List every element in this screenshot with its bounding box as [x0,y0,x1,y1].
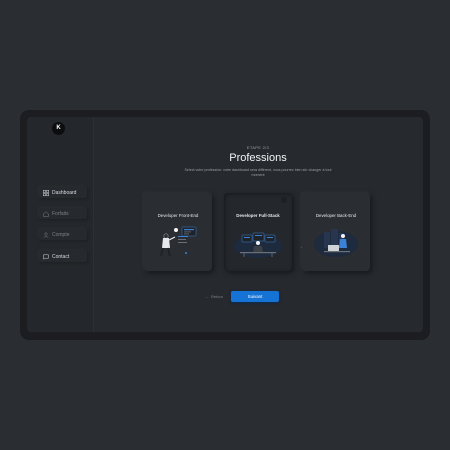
fullstack-illustration [234,232,282,258]
profession-card-backend[interactable]: Developer Back-End [302,193,370,271]
sidebar-item-contact[interactable]: Contact [39,251,87,262]
card-title: Developer Full-Stack [236,213,280,218]
app-logo[interactable]: K [52,122,65,135]
user-icon [43,232,49,238]
sidebar-item-forfaits[interactable]: Forfaits [39,208,87,219]
sidebar-item-label: Compte [52,231,70,238]
card-title: Developer Front-End [157,213,199,218]
home-icon [43,210,49,217]
sidebar-item-dashboard[interactable]: Dashboard [39,187,87,198]
backend-illustration [314,229,358,257]
grid-icon [43,189,49,196]
card-title: Developer Back-End [315,213,357,218]
main-content: ETAPE 2/3 Professions Select votre profe… [93,117,423,332]
app-screen: K Dashboard Forfaits Compte Contact ETAP… [27,117,423,332]
sidebar-item-label: Contact [52,253,70,260]
back-label: Retour [211,294,224,299]
profession-card-fullstack[interactable]: Developer Full-Stack [224,193,330,271]
sidebar-item-label: Dashboard [52,189,77,196]
sidebar-item-compte[interactable]: Compte [39,229,87,240]
next-button[interactable]: Suivant [231,291,279,302]
sidebar-item-label: Forfaits [52,210,69,217]
check-icon [281,197,330,259]
page-title: Professions [229,152,287,164]
sidebar: K Dashboard Forfaits Compte Contact [27,117,94,332]
step-indicator: ETAPE 2/3 [246,145,270,150]
frontend-illustration [160,226,197,257]
arrow-left-icon: ← [205,294,209,299]
page-subtitle: Select votre profession: votre dashboard… [184,168,332,177]
profession-card-frontend[interactable]: Developer Front-End [144,193,212,271]
chat-icon [43,254,49,260]
back-link[interactable]: ← Retour [205,294,223,299]
